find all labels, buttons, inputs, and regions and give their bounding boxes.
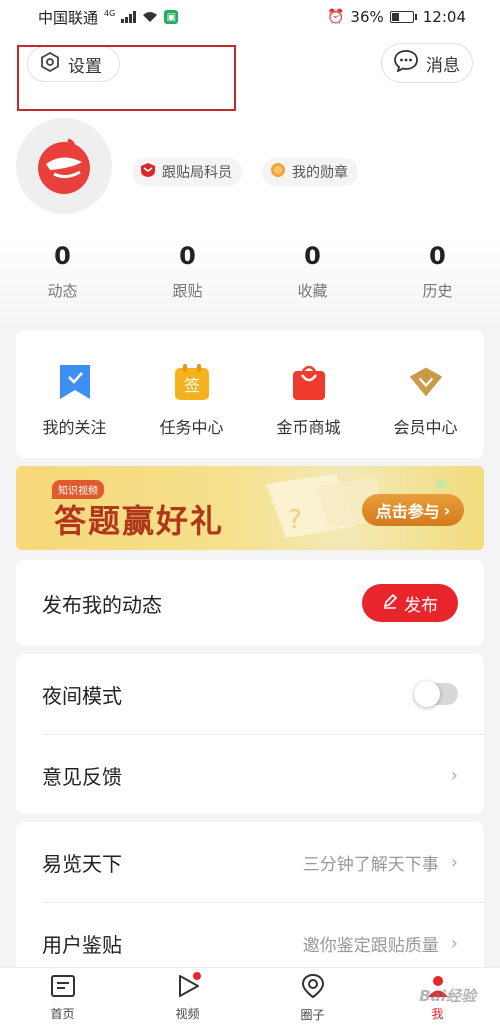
wifi-icon bbox=[142, 11, 158, 23]
stat-label: 历史 bbox=[422, 282, 453, 300]
location-circle-icon bbox=[300, 973, 326, 1003]
tab-label: 圈子 bbox=[300, 1007, 325, 1022]
night-mode-toggle[interactable] bbox=[414, 681, 458, 707]
publish-button-label: 发布 bbox=[404, 595, 438, 616]
messages-label: 消息 bbox=[426, 55, 460, 76]
chevron-right-icon: › bbox=[450, 851, 458, 873]
news-digest-hint: 三分钟了解天下事 bbox=[302, 854, 439, 875]
chevron-right-icon: › bbox=[450, 932, 458, 954]
member-diamond-icon bbox=[408, 362, 444, 402]
medal-icon bbox=[270, 162, 286, 182]
settings-list: 夜间模式 意见反馈 › bbox=[16, 654, 484, 814]
stat-posts[interactable]: 0 动态 bbox=[0, 234, 125, 330]
shortcut-member[interactable]: 会员中心 bbox=[367, 330, 484, 458]
tab-label: 视频 bbox=[175, 1006, 200, 1021]
shortcut-coin-mall[interactable]: 金币商城 bbox=[250, 330, 367, 458]
tab-home[interactable]: 首页 bbox=[0, 968, 125, 1027]
settings-label: 设置 bbox=[68, 56, 102, 77]
sign-in-icon: 签 bbox=[174, 362, 210, 402]
shortcut-label: 金币商城 bbox=[276, 418, 341, 437]
shortcuts-card: 我的关注 签 任务中心 金币商城 会员中心 bbox=[16, 330, 484, 458]
stat-favorites[interactable]: 0 收藏 bbox=[250, 234, 375, 330]
info-list: 易览天下 三分钟了解天下事 › 用户鉴贴 邀你鉴定跟贴质量 › bbox=[16, 822, 484, 982]
avatar[interactable] bbox=[16, 118, 112, 214]
night-mode-label: 夜间模式 bbox=[42, 683, 122, 708]
bookmark-icon bbox=[57, 362, 93, 402]
signal-icon bbox=[121, 11, 137, 23]
status-left: 中国联通 4G ▣ bbox=[38, 7, 179, 28]
shortcut-label: 会员中心 bbox=[393, 418, 458, 437]
svg-text:签: 签 bbox=[183, 376, 199, 395]
stat-comments[interactable]: 0 跟贴 bbox=[125, 234, 250, 330]
banner-title: 答题赢好礼 bbox=[54, 502, 225, 540]
news-digest-row[interactable]: 易览天下 三分钟了解天下事 › bbox=[16, 822, 484, 902]
comment-review-label: 用户鉴贴 bbox=[42, 932, 122, 957]
tab-label: 我 bbox=[431, 1006, 444, 1021]
clock: 12:04 bbox=[422, 8, 466, 26]
join-quiz-button[interactable]: 点击参与 › bbox=[362, 494, 464, 526]
night-mode-row: 夜间模式 bbox=[16, 654, 484, 734]
tab-video[interactable]: 视频 bbox=[125, 968, 250, 1027]
medals-badge[interactable]: 我的勋章 bbox=[262, 158, 358, 186]
stat-value: 0 bbox=[54, 242, 71, 270]
stat-value: 0 bbox=[429, 242, 446, 270]
watermark: Bai经验 bbox=[419, 987, 476, 1005]
news-digest-label: 易览天下 bbox=[42, 851, 122, 876]
stat-history[interactable]: 0 历史 bbox=[375, 234, 500, 330]
chevron-right-icon: › bbox=[443, 500, 451, 520]
rank-badge[interactable]: 跟贴局科员 bbox=[132, 158, 242, 186]
feedback-label: 意见反馈 bbox=[42, 764, 122, 789]
status-right: ⏰ 36% 12:04 bbox=[327, 8, 466, 26]
stat-label: 动态 bbox=[47, 282, 78, 300]
stat-value: 0 bbox=[304, 242, 321, 270]
carrier-name: 中国联通 bbox=[38, 8, 99, 27]
rank-shield-icon bbox=[140, 162, 156, 182]
alarm-icon: ⏰ bbox=[326, 9, 345, 25]
join-quiz-label: 点击参与 bbox=[375, 502, 440, 521]
messages-button[interactable]: 消息 bbox=[381, 43, 473, 83]
gear-icon bbox=[40, 51, 60, 77]
stat-value: 0 bbox=[179, 242, 196, 270]
publish-button[interactable]: 发布 bbox=[362, 584, 458, 622]
shortcut-following[interactable]: 我的关注 bbox=[16, 330, 133, 458]
tab-label: 首页 bbox=[50, 1006, 75, 1021]
medals-badge-label: 我的勋章 bbox=[292, 165, 348, 181]
publish-card: 发布我的动态 发布 bbox=[16, 560, 484, 646]
notification-dot bbox=[193, 972, 201, 980]
shortcut-label: 任务中心 bbox=[159, 418, 224, 437]
comment-review-hint: 邀你鉴定跟贴质量 bbox=[302, 935, 439, 956]
shopping-bag-icon bbox=[291, 362, 327, 402]
shortcut-tasks[interactable]: 签 任务中心 bbox=[133, 330, 250, 458]
feedback-row[interactable]: 意见反馈 › bbox=[16, 735, 484, 815]
tab-circle[interactable]: 圈子 bbox=[250, 968, 375, 1027]
status-bar: 中国联通 4G ▣ ⏰ 36% 12:04 bbox=[0, 0, 500, 34]
stat-label: 收藏 bbox=[297, 282, 328, 300]
battery-percent: 36% bbox=[350, 8, 384, 26]
rank-badge-label: 跟贴局科员 bbox=[162, 165, 232, 181]
svg-text:?: ? bbox=[288, 505, 302, 535]
publish-title: 发布我的动态 bbox=[42, 592, 162, 617]
app-logo-icon bbox=[38, 138, 90, 194]
battery-icon bbox=[389, 11, 417, 23]
settings-button[interactable]: 设置 bbox=[27, 46, 120, 82]
chevron-right-icon: › bbox=[450, 764, 458, 786]
app-notification-icon: ▣ bbox=[164, 10, 179, 24]
network-type: 4G bbox=[104, 8, 116, 18]
stat-label: 跟贴 bbox=[172, 282, 203, 300]
home-icon bbox=[50, 974, 76, 1002]
chat-bubble-icon bbox=[394, 49, 418, 77]
pencil-icon bbox=[382, 593, 398, 614]
stats-row: 0 动态 0 跟贴 0 收藏 0 历史 bbox=[0, 234, 500, 330]
shortcut-label: 我的关注 bbox=[42, 418, 107, 437]
